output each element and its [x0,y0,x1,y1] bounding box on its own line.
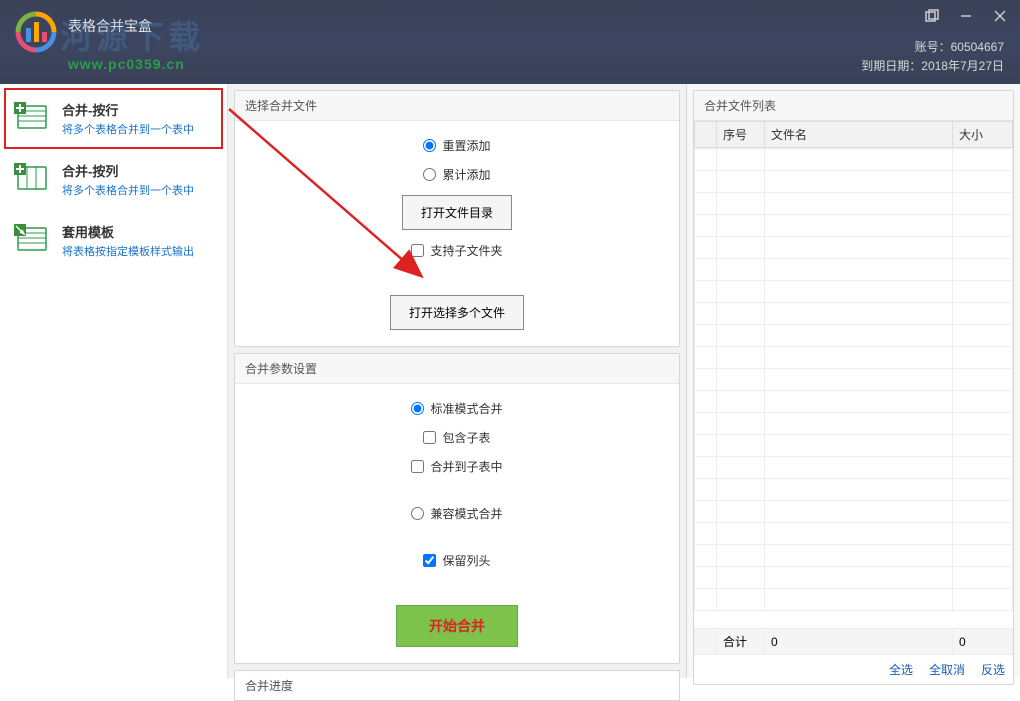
watermark-url: www.pc0359.cn [68,56,185,72]
sidebar-item-merge-cols[interactable]: 合并-按列 将多个表格合并到一个表中 [4,149,223,210]
panel-title: 合并文件列表 [694,91,1013,121]
selection-actions: 全选 全取消 反选 [694,655,1013,684]
total-row: 合计 0 0 [695,629,1013,655]
table-row [695,303,1013,325]
merge-params-panel: 合并参数设置 标准模式合并 包含子表 合并到子表中 兼容模式合并 [234,353,680,664]
table-row [695,523,1013,545]
table-row [695,369,1013,391]
sidebar-item-desc: 将多个表格合并到一个表中 [62,121,213,137]
col-checkbox [695,122,717,148]
open-directory-button[interactable]: 打开文件目录 [402,195,512,230]
merge-rows-icon [14,100,50,132]
open-multiple-files-button[interactable]: 打开选择多个文件 [390,295,524,330]
file-list-table: 序号 文件名 大小 [694,121,1013,148]
merge-cols-icon [14,161,50,193]
account-number: 60504667 [951,40,1004,54]
sidebar-item-label: 合并-按行 [62,100,213,119]
table-row [695,171,1013,193]
close-icon[interactable] [990,6,1010,26]
table-row [695,501,1013,523]
check-include-subsheet[interactable]: 包含子表 [423,429,490,446]
window-controls [922,6,1010,26]
sidebar-item-label: 套用模板 [62,222,213,241]
start-merge-button[interactable]: 开始合并 [396,605,518,647]
table-row [695,237,1013,259]
sidebar-item-desc: 将多个表格合并到一个表中 [62,182,213,198]
table-row [695,215,1013,237]
col-size[interactable]: 大小 [953,122,1013,148]
table-row [695,413,1013,435]
radio-reset-add[interactable]: 重置添加 [423,137,490,154]
titlebar: 表格合并宝盒 河源下载 www.pc0359.cn 账号：60504667 到期… [0,0,1020,84]
app-logo-icon [12,8,60,56]
sidebar-item-label: 合并-按列 [62,161,213,180]
template-icon [14,222,50,254]
col-filename[interactable]: 文件名 [765,122,953,148]
table-row [695,281,1013,303]
table-row [695,435,1013,457]
total-count: 0 [765,629,953,655]
table-row [695,457,1013,479]
check-keep-header[interactable]: 保留列头 [423,552,490,569]
table-body[interactable] [694,148,1013,628]
table-row [695,347,1013,369]
center-panel: 选择合并文件 重置添加 累计添加 打开文件目录 支持子文件夹 打开选择多个文件 [228,84,686,678]
account-info: 账号：60504667 到期日期：2018年7月27日 [861,38,1004,76]
radio-compat-mode[interactable]: 兼容模式合并 [411,505,502,522]
total-label: 合计 [717,629,765,655]
select-all-link[interactable]: 全选 [889,661,913,678]
sidebar-item-desc: 将表格按指定模板样式输出 [62,243,213,259]
radio-accumulate-add[interactable]: 累计添加 [423,166,490,183]
expire-date: 2018年7月27日 [921,59,1004,73]
sidebar-item-merge-rows[interactable]: 合并-按行 将多个表格合并到一个表中 [4,88,223,149]
invert-selection-link[interactable]: 反选 [981,661,1005,678]
select-files-panel: 选择合并文件 重置添加 累计添加 打开文件目录 支持子文件夹 打开选择多个文件 [234,90,680,347]
tabs-icon[interactable] [922,6,942,26]
table-row [695,149,1013,171]
panel-title: 选择合并文件 [235,91,679,121]
total-size: 0 [953,629,1013,655]
table-row [695,259,1013,281]
table-row [695,479,1013,501]
file-list-panel: 合并文件列表 序号 文件名 大小 [686,84,1020,678]
deselect-all-link[interactable]: 全取消 [929,661,965,678]
table-row [695,193,1013,215]
app-title: 表格合并宝盒 [68,16,152,36]
col-seq[interactable]: 序号 [717,122,765,148]
check-support-subfolder[interactable]: 支持子文件夹 [411,242,502,259]
radio-standard-mode[interactable]: 标准模式合并 [411,400,502,417]
check-merge-to-subsheet[interactable]: 合并到子表中 [411,458,502,475]
table-row [695,589,1013,611]
table-row [695,391,1013,413]
minimize-icon[interactable] [956,6,976,26]
progress-label: 合并进度 [234,670,680,701]
table-row [695,545,1013,567]
panel-title: 合并参数设置 [235,354,679,384]
sidebar: 合并-按行 将多个表格合并到一个表中 合并-按列 将多个表格合并到一个表中 套用… [0,84,228,678]
sidebar-item-template[interactable]: 套用模板 将表格按指定模板样式输出 [4,210,223,271]
table-row [695,567,1013,589]
table-row [695,325,1013,347]
